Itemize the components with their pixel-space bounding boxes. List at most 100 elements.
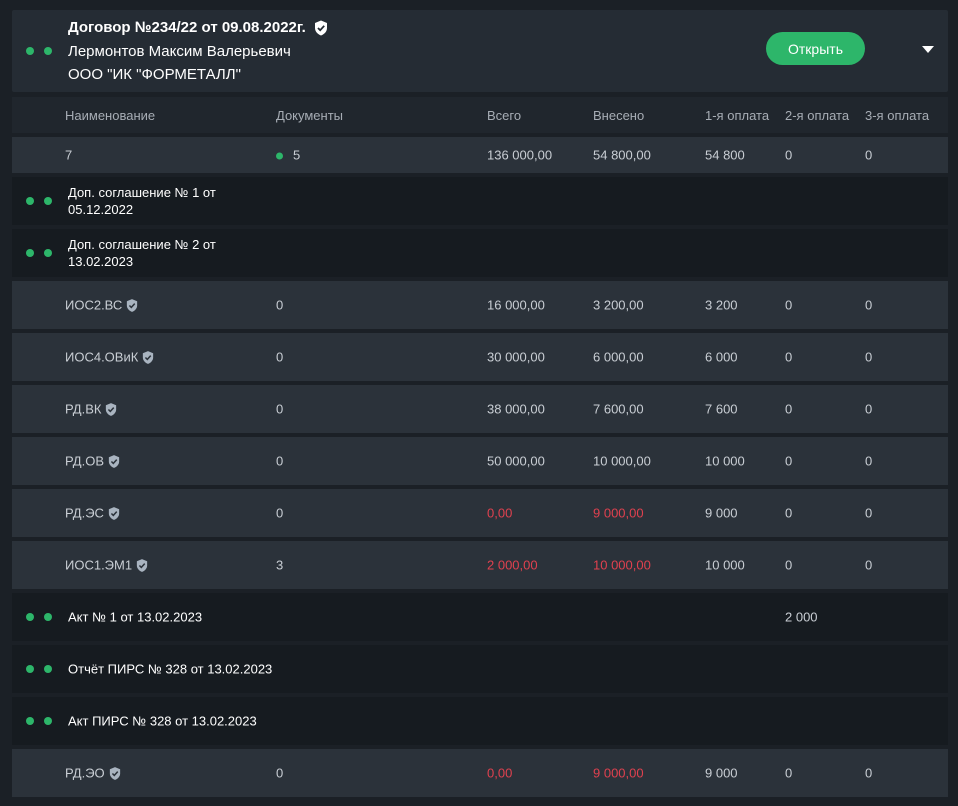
item-payment-1: 10 000: [705, 453, 745, 469]
item-documents: 0: [276, 401, 284, 417]
act-label: Отчёт ПИРС № 328 от 13.02.2023: [68, 661, 273, 677]
item-payment-1: 10 000: [705, 557, 745, 573]
contract-title-wrap: Договор №234/22 от 09.08.2022г.: [68, 19, 328, 36]
shield-check-icon: [106, 402, 117, 416]
item-paid: 7 600,00: [593, 401, 644, 417]
table-row[interactable]: РД.ЭО 0 0,00 9 000,00 9 000 0 0: [12, 749, 948, 797]
summary-payment-2: 0: [785, 147, 793, 163]
item-total: 0,00: [487, 765, 513, 781]
table-row[interactable]: РД.ЭС 0 0,00 9 000,00 9 000 0 0: [12, 489, 948, 537]
act-label: Акт ПИРС № 328 от 13.02.2023: [68, 713, 257, 729]
status-dots: [26, 613, 52, 621]
shield-check-icon: [143, 350, 154, 364]
item-name: ИОС2.ВС: [65, 298, 138, 313]
item-name: РД.ВК: [65, 402, 117, 417]
status-dot: [44, 717, 52, 725]
item-documents: 0: [276, 297, 284, 313]
column-header-paid: Внесено: [593, 108, 645, 123]
act-payment-2: 2 000: [785, 609, 818, 625]
item-total: 50 000,00: [487, 453, 545, 469]
status-dot: [44, 47, 52, 55]
summary-paid: 54 800,00: [593, 147, 651, 163]
contract-person: Лермонтов Максим Валерьевич: [68, 43, 291, 60]
column-header-documents: Документы: [276, 108, 344, 123]
item-payment-3: 0: [865, 297, 873, 313]
status-dot: [26, 249, 34, 257]
item-payment-3: 0: [865, 453, 873, 469]
status-dot: [26, 665, 34, 673]
item-payment-1: 6 000: [705, 349, 738, 365]
item-payment-2: 0: [785, 505, 793, 521]
act-row[interactable]: Отчёт ПИРС № 328 от 13.02.2023: [12, 645, 948, 693]
item-paid: 9 000,00: [593, 505, 644, 521]
item-documents: 0: [276, 453, 284, 469]
item-payment-3: 0: [865, 505, 873, 521]
column-header-payment-1: 1-я оплата: [705, 108, 770, 123]
table-header: Наименование Документы Всего Внесено 1-я…: [12, 97, 948, 133]
table-row[interactable]: РД.ОВ 0 50 000,00 10 000,00 10 000 0 0: [12, 437, 948, 485]
item-total: 38 000,00: [487, 401, 545, 417]
status-dot: [44, 197, 52, 205]
column-header-total: Всего: [487, 108, 522, 123]
status-dot: [26, 197, 34, 205]
item-name: ИОС4.ОВиК: [65, 350, 154, 365]
column-header-payment-3: 3-я оплата: [865, 108, 930, 123]
contract-card-header: Договор №234/22 от 09.08.2022г. Лермонто…: [12, 10, 948, 92]
status-dots: [26, 47, 52, 55]
agreement-row[interactable]: Доп. соглашение № 1 от 05.12.2022: [12, 177, 948, 225]
agreement-label: Доп. соглашение № 2 от 13.02.2023: [68, 237, 216, 269]
item-paid: 3 200,00: [593, 297, 644, 313]
table-row[interactable]: ИОС2.ВС 0 16 000,00 3 200,00 3 200 0 0: [12, 281, 948, 329]
summary-total: 136 000,00: [487, 147, 553, 163]
item-payment-3: 0: [865, 765, 873, 781]
column-header-name: Наименование: [65, 108, 156, 123]
status-dot: [44, 665, 52, 673]
status-dot: [44, 613, 52, 621]
summary-name: 7: [65, 147, 73, 163]
table-row[interactable]: РД.ВК 0 38 000,00 7 600,00 7 600 0 0: [12, 385, 948, 433]
status-dot: [26, 47, 34, 55]
item-payment-1: 9 000: [705, 765, 738, 781]
item-payment-3: 0: [865, 401, 873, 417]
item-total: 0,00: [487, 505, 513, 521]
item-documents: 3: [276, 557, 284, 573]
table-row[interactable]: ИОС1.ЭМ1 3 2 000,00 10 000,00 10 000 0 0: [12, 541, 948, 589]
agreement-row[interactable]: Доп. соглашение № 2 от 13.02.2023: [12, 229, 948, 277]
act-row[interactable]: Акт ПИРС № 328 от 13.02.2023: [12, 697, 948, 745]
act-row[interactable]: Акт № 1 от 13.02.2023 2 000: [12, 593, 948, 641]
item-documents: 0: [276, 505, 284, 521]
summary-payment-1: 54 800: [705, 147, 745, 163]
item-name: РД.ОВ: [65, 454, 120, 469]
contract-company: ООО "ИК "ФОРМЕТАЛЛ": [68, 66, 241, 83]
contract-title: Договор №234/22 от 09.08.2022г.: [68, 19, 306, 36]
documents-status-dot: [276, 152, 283, 160]
item-payment-1: 3 200: [705, 297, 738, 313]
item-total: 2 000,00: [487, 557, 538, 573]
table-row[interactable]: ИОС4.ОВиК 0 30 000,00 6 000,00 6 000 0 0: [12, 333, 948, 381]
item-payment-2: 0: [785, 453, 793, 469]
item-payment-2: 0: [785, 349, 793, 365]
item-payment-2: 0: [785, 765, 793, 781]
agreement-label: Доп. соглашение № 1 от 05.12.2022: [68, 185, 216, 217]
item-documents: 0: [276, 349, 284, 365]
status-dot: [26, 613, 34, 621]
item-payment-2: 0: [785, 297, 793, 313]
chevron-down-icon[interactable]: [922, 46, 934, 53]
item-paid: 6 000,00: [593, 349, 644, 365]
summary-row[interactable]: 7 5 136 000,00 54 800,00 54 800 0 0: [12, 137, 948, 173]
status-dots: [26, 197, 52, 205]
status-dots: [26, 249, 52, 257]
item-payment-2: 0: [785, 401, 793, 417]
item-name: ИОС1.ЭМ1: [65, 558, 148, 573]
summary-documents: 5: [276, 148, 300, 163]
item-paid: 9 000,00: [593, 765, 644, 781]
shield-check-icon: [109, 766, 120, 780]
act-label: Акт № 1 от 13.02.2023: [68, 609, 203, 625]
item-payment-3: 0: [865, 349, 873, 365]
item-documents: 0: [276, 765, 284, 781]
shield-check-icon: [314, 20, 327, 35]
item-name: РД.ЭС: [65, 506, 120, 521]
status-dots: [26, 717, 52, 725]
item-payment-3: 0: [865, 557, 873, 573]
open-button[interactable]: Открыть: [766, 32, 865, 65]
